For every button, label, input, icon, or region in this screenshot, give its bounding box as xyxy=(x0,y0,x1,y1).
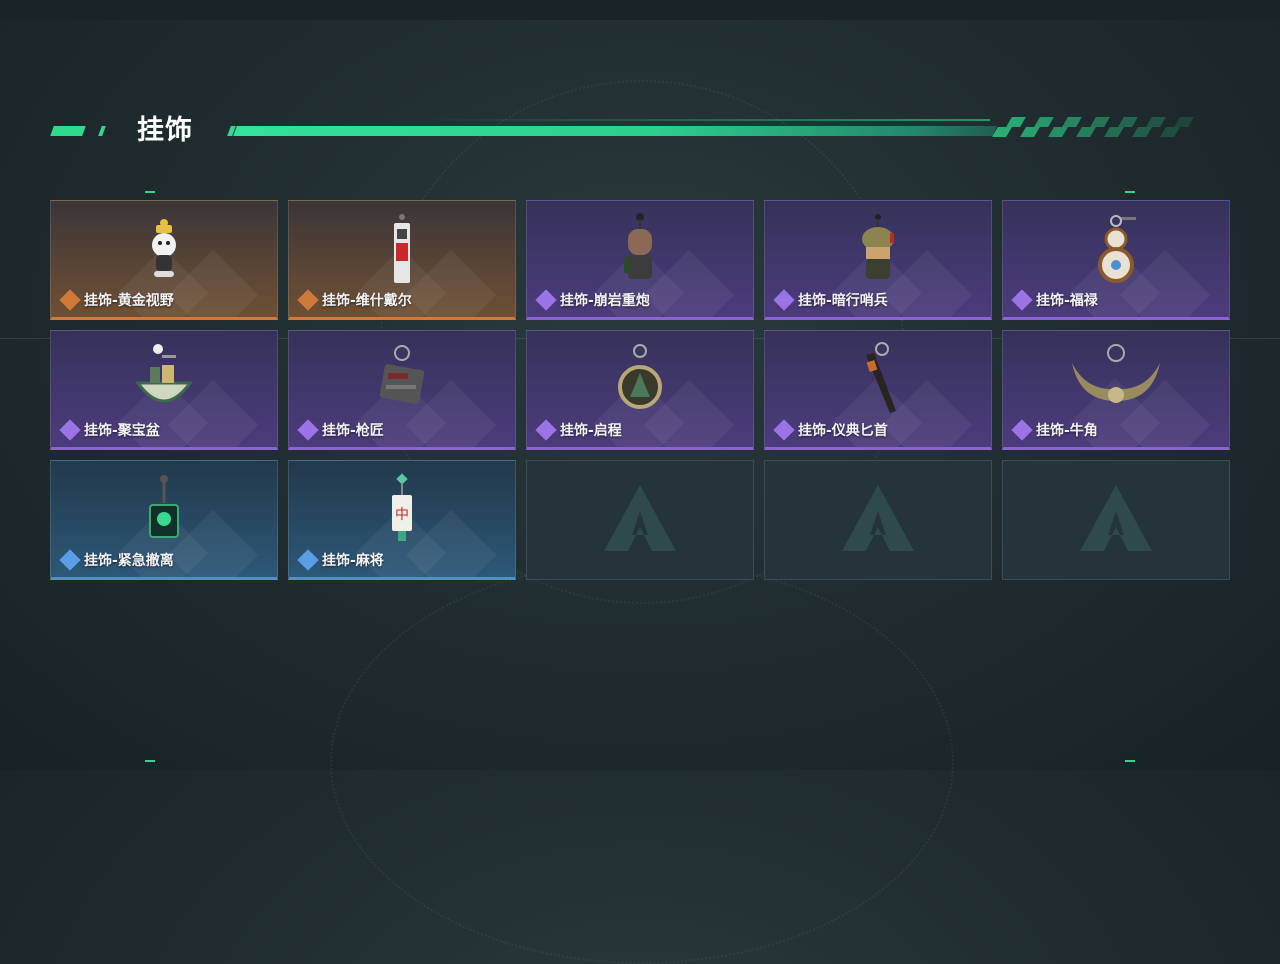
charm-card[interactable]: 挂饰-启程 xyxy=(526,330,754,450)
checker-cell xyxy=(1146,117,1166,127)
charm-name: 挂饰-启程 xyxy=(560,423,622,439)
page-title: 挂饰 xyxy=(137,115,193,146)
rarity-purple-icon xyxy=(1011,289,1033,311)
charm-name: 挂饰-紧急撤离 xyxy=(84,553,174,569)
charm-label: 挂饰-暗行哨兵 xyxy=(773,289,888,311)
charm-name: 挂饰-暗行哨兵 xyxy=(798,293,888,309)
charm-card[interactable]: 挂饰-仪典匕首 xyxy=(764,330,992,450)
corner-tick xyxy=(1125,760,1135,762)
background-arc-lower xyxy=(330,560,954,964)
charm-label: 挂饰-维什戴尔 xyxy=(297,289,412,311)
checker-cell xyxy=(1034,117,1054,127)
rarity-blue-icon xyxy=(297,549,319,571)
charm-card[interactable]: 挂饰-枪匠 xyxy=(288,330,516,450)
corner-tick xyxy=(145,191,155,193)
charm-label: 挂饰-启程 xyxy=(535,419,622,441)
rarity-purple-icon xyxy=(535,289,557,311)
charm-label: 挂饰-麻将 xyxy=(297,549,384,571)
charm-label: 挂饰-仪典匕首 xyxy=(773,419,888,441)
rarity-purple-icon xyxy=(535,419,557,441)
checker-cell xyxy=(1076,127,1096,137)
rarity-gold-icon xyxy=(59,289,81,311)
charm-card[interactable]: 挂饰-黄金视野 xyxy=(50,200,278,320)
mahjong-tile-charm-icon: 中 xyxy=(362,469,442,549)
checker-cell xyxy=(1006,117,1026,127)
charm-label: 挂饰-紧急撤离 xyxy=(59,549,174,571)
header-checker-pattern xyxy=(992,117,1200,137)
rarity-purple-icon xyxy=(59,419,81,441)
empty-slot xyxy=(526,460,754,580)
rarity-purple-icon xyxy=(1011,419,1033,441)
soldier-figure-charm-icon xyxy=(600,209,680,289)
charm-label: 挂饰-黄金视野 xyxy=(59,289,174,311)
skull-badge-charm-icon xyxy=(124,469,204,549)
rarity-purple-icon xyxy=(773,419,795,441)
treasure-bowl-charm-icon xyxy=(124,339,204,419)
checker-cell xyxy=(992,127,1012,137)
checker-cell xyxy=(1104,127,1124,137)
charm-card[interactable]: 挂饰-紧急撤离 xyxy=(50,460,278,580)
red-tag-charm-icon xyxy=(362,209,442,289)
checker-cell xyxy=(1160,127,1180,137)
charm-name: 挂饰-黄金视野 xyxy=(84,293,174,309)
header-accent-block xyxy=(50,126,86,136)
charm-name: 挂饰-维什戴尔 xyxy=(322,293,412,309)
header-thin-line xyxy=(420,119,990,121)
checker-cell xyxy=(1132,127,1152,137)
charm-name: 挂饰-麻将 xyxy=(322,553,384,569)
charm-label: 挂饰-福禄 xyxy=(1011,289,1098,311)
charm-card[interactable]: 中 挂饰-麻将 xyxy=(288,460,516,580)
charm-name: 挂饰-枪匠 xyxy=(322,423,384,439)
top-band xyxy=(0,0,1280,20)
charm-name: 挂饰-仪典匕首 xyxy=(798,423,888,439)
game-logo-watermark-icon xyxy=(1078,483,1154,557)
bull-horn-charm-icon xyxy=(1066,339,1166,419)
svg-text:中: 中 xyxy=(395,507,409,523)
charm-card[interactable]: 挂饰-牛角 xyxy=(1002,330,1230,450)
charm-card[interactable]: 挂饰-福禄 xyxy=(1002,200,1230,320)
charm-card[interactable]: 挂饰-崩岩重炮 xyxy=(526,200,754,320)
game-logo-watermark-icon xyxy=(840,483,916,557)
empty-slot xyxy=(764,460,992,580)
charm-card[interactable]: 挂饰-维什戴尔 xyxy=(288,200,516,320)
compass-ring-charm-icon xyxy=(600,339,680,419)
checker-cell xyxy=(1090,117,1110,127)
rarity-blue-icon xyxy=(59,549,81,571)
charm-name: 挂饰-崩岩重炮 xyxy=(560,293,650,309)
checker-cell xyxy=(1174,117,1194,127)
corner-tick xyxy=(145,760,155,762)
charm-label: 挂饰-枪匠 xyxy=(297,419,384,441)
charm-grid: 挂饰-黄金视野 挂饰-维什戴尔 挂饰-崩岩重炮 挂饰-暗行哨兵 挂饰-福禄 挂饰… xyxy=(50,200,1230,580)
header-bar xyxy=(233,126,997,136)
checker-cell xyxy=(1020,127,1040,137)
checker-cell xyxy=(1118,117,1138,127)
charm-name: 挂饰-聚宝盆 xyxy=(84,423,160,439)
rarity-purple-icon xyxy=(297,419,319,441)
header-accent-slash xyxy=(98,126,106,136)
dagger-charm-icon xyxy=(838,339,918,419)
golden-cat-charm-icon xyxy=(124,209,204,289)
empty-slot xyxy=(1002,460,1230,580)
game-logo-watermark-icon xyxy=(602,483,678,557)
charm-name: 挂饰-牛角 xyxy=(1036,423,1098,439)
camo-soldier-charm-icon xyxy=(838,209,918,289)
charm-label: 挂饰-崩岩重炮 xyxy=(535,289,650,311)
rarity-purple-icon xyxy=(773,289,795,311)
charm-label: 挂饰-牛角 xyxy=(1011,419,1098,441)
gourd-charm-icon xyxy=(1076,209,1156,289)
charm-card[interactable]: 挂饰-聚宝盆 xyxy=(50,330,278,450)
checker-cell xyxy=(1048,127,1068,137)
rarity-gold-icon xyxy=(297,289,319,311)
checker-cell xyxy=(1062,117,1082,127)
corner-tick xyxy=(1125,191,1135,193)
charm-card[interactable]: 挂饰-暗行哨兵 xyxy=(764,200,992,320)
charm-name: 挂饰-福禄 xyxy=(1036,293,1098,309)
charm-label: 挂饰-聚宝盆 xyxy=(59,419,160,441)
gun-part-charm-icon xyxy=(362,339,442,419)
